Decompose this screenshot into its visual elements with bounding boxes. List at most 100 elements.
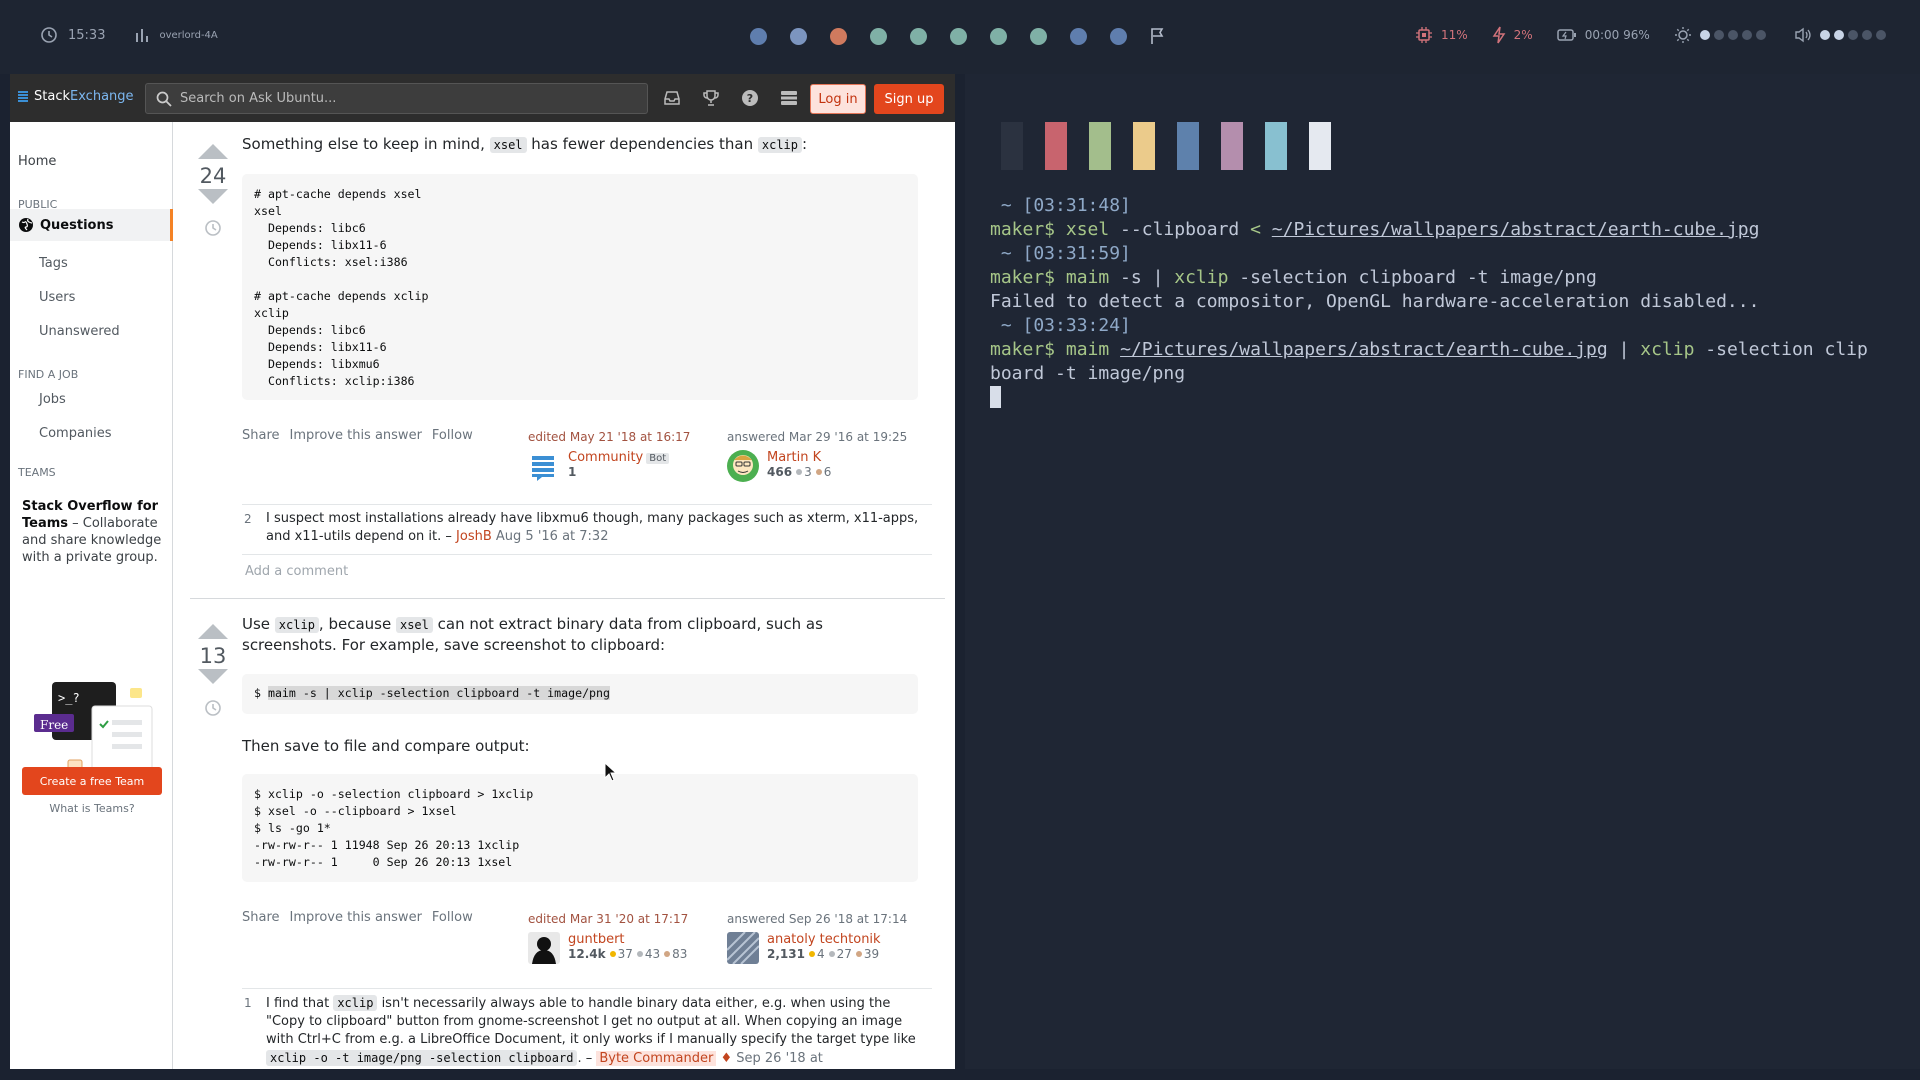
upvote-icon[interactable] [196,622,230,640]
answer1-comment: 2 I suspect most installations already h… [244,510,924,546]
login-button[interactable]: Log in [810,84,866,114]
flag-icon[interactable] [1150,27,1166,45]
author-name[interactable]: Martin K [767,450,831,465]
answer1-votes: 24 [193,142,233,242]
follow-link[interactable]: Follow [432,910,473,925]
workspace-1[interactable] [750,27,767,45]
history-icon[interactable] [203,218,223,238]
martin-k-avatar [727,450,759,482]
what-is-teams-link[interactable]: What is Teams? [22,802,162,815]
terminal-cmd: maim [1065,267,1110,288]
nav-companies[interactable]: Companies [39,426,112,441]
workspace-4[interactable] [870,27,887,45]
workspace-8[interactable] [1030,27,1047,45]
terminal-window[interactable]: ~ [03:31:48] maker$ xsel --clipboard < ~… [965,74,1920,1069]
terminal-command-line: maker$ maim -s | xclip -selection clipbo… [990,266,1597,290]
terminal-args: -selection clipboard -t image/png [1228,267,1597,288]
gold-badges: 37 [617,947,633,961]
answered-time: answered Sep 26 '18 at 17:14 [727,912,908,926]
upvote-icon[interactable] [196,142,230,160]
comment-votes: 2 [244,512,252,526]
free-badge: Free [40,718,69,732]
share-link[interactable]: Share [242,428,280,443]
nav-unanswered[interactable]: Unanswered [39,324,120,339]
author-name[interactable]: anatoly techtonik [767,932,881,947]
create-team-button[interactable]: Create a free Team [22,767,162,795]
signup-button[interactable]: Sign up [874,84,944,114]
terminal-command-line: maker$ xsel --clipboard < ~/Pictures/wal… [990,218,1759,242]
downvote-icon[interactable] [196,188,230,206]
follow-link[interactable]: Follow [432,428,473,443]
site-switcher-icon[interactable] [779,88,799,108]
workspace-10[interactable] [1110,27,1127,45]
code-prompt: $ [254,686,268,700]
color-palette [1001,122,1353,170]
answer-divider [190,598,945,599]
help-icon[interactable]: ? [740,88,760,108]
inline-code: xsel [489,137,527,153]
terminal-args: -selection clip [1694,339,1868,360]
nav-tags[interactable]: Tags [39,256,68,271]
answer2-post-menu: Share Improve this answer Follow [242,910,483,925]
silver-badges: 27 [836,947,852,961]
answer1-score: 24 [199,164,227,188]
history-icon[interactable] [203,698,223,718]
stackexchange-mark-icon [18,90,28,103]
nav-questions[interactable]: Questions [10,209,173,241]
workspace-3[interactable] [830,27,847,45]
divider [242,554,932,555]
workspace-2[interactable] [790,27,807,45]
search-input[interactable]: Search on Ask Ubuntu... [145,83,648,114]
answered-time: answered Mar 29 '16 at 19:25 [727,430,908,444]
brightness-level[interactable] [1699,30,1770,40]
nav-home[interactable]: Home [18,154,56,169]
comment-user[interactable]: JoshB [456,529,492,544]
answer1-code-block: # apt-cache depends xsel xsel Depends: l… [242,174,918,400]
answer1-post-menu: Share Improve this answer Follow [242,428,483,443]
divider [242,504,932,505]
workspace-7[interactable] [990,27,1007,45]
edited-time[interactable]: edited May 21 '18 at 16:17 [528,430,708,444]
workspace-5[interactable] [910,27,927,45]
workspace-9[interactable] [1070,27,1087,45]
stackexchange-logo[interactable]: Stack Exchange [18,89,134,104]
color-swatch [1265,122,1287,170]
nav-users[interactable]: Users [39,290,75,305]
improve-link[interactable]: Improve this answer [290,428,422,443]
add-comment-link[interactable]: Add a comment [245,564,348,579]
hostname: overlord-4A [159,29,218,41]
answer1-text: has fewer dependencies than [526,135,758,153]
author-rep: 2,131 [767,947,805,961]
svg-text:>_?: >_? [58,691,80,705]
terminal-prompt: maker$ [990,339,1066,360]
inline-code: xsel [395,617,433,633]
comment-date[interactable]: Aug 5 '16 at 7:32 [496,529,609,544]
comment-user[interactable]: Byte Commander [596,1051,717,1066]
status-bar: 15:33 overlord-4A 11% 2% 00:00 96% [0,0,1920,74]
answer2-comment: 1 I find that xclip isn't necessarily al… [244,994,924,1068]
share-link[interactable]: Share [242,910,280,925]
nav-section-find-job: FIND A JOB [18,368,79,381]
color-swatch [1221,122,1243,170]
editor-name[interactable]: Community [568,450,643,465]
terminal-operator: < [1250,219,1261,240]
workspace-6[interactable] [950,27,967,45]
volume-level[interactable] [1819,30,1890,40]
editor-name[interactable]: guntbert [568,932,687,947]
nav-jobs[interactable]: Jobs [39,392,66,407]
answer2-editor-card: edited Mar 31 '20 at 17:17 guntbert 12.4… [528,912,718,964]
improve-link[interactable]: Improve this answer [290,910,422,925]
answer1-text: Something else to keep in mind, [242,135,490,153]
terminal-space [1109,339,1120,360]
comment-date[interactable]: Sep 26 '18 at [736,1051,823,1066]
editor-rep: 1 [568,465,577,479]
terminal-args: --clipboard [1109,219,1251,240]
power-usage: 2% [1513,28,1533,42]
browser-window: Stack Exchange Search on Ask Ubuntu... ? … [10,74,955,1069]
inbox-icon[interactable] [662,88,682,108]
achievements-icon[interactable] [701,88,721,108]
terminal-space [1261,219,1272,240]
edited-time[interactable]: edited Mar 31 '20 at 17:17 [528,912,718,926]
downvote-icon[interactable] [196,668,230,686]
brightness-icon [1674,27,1691,43]
